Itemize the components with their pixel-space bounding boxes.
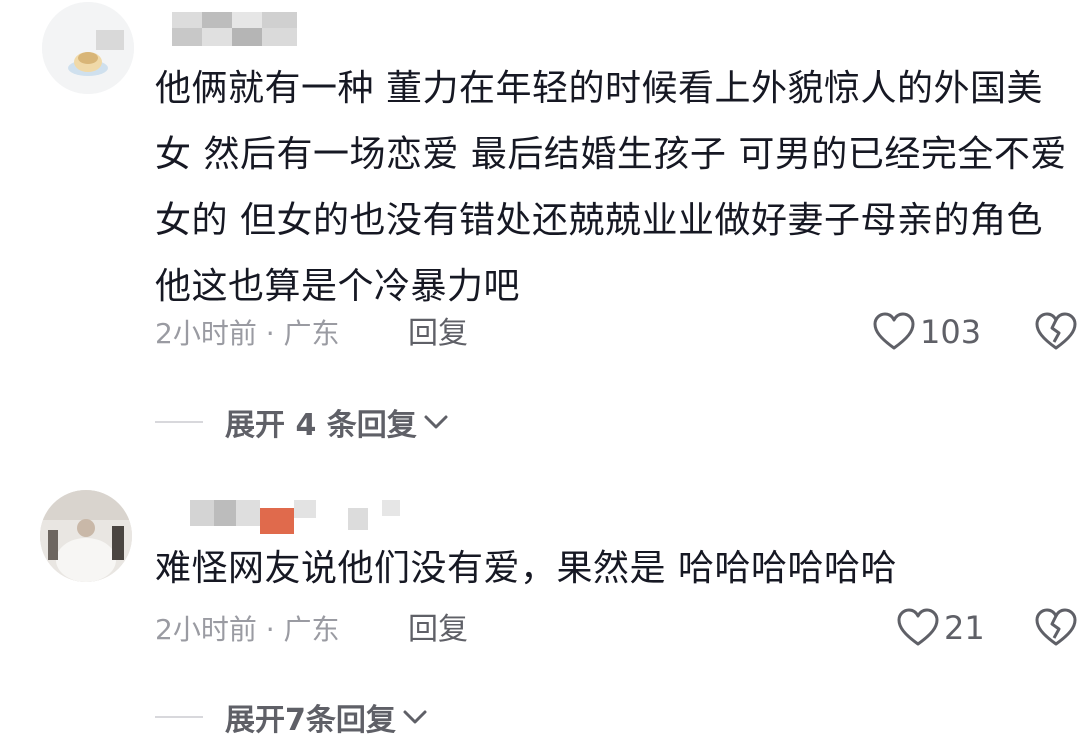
comment-meta: 2小时前 · 广东 bbox=[155, 314, 340, 354]
heart-outline-icon bbox=[873, 312, 915, 350]
expand-replies-label: 展开7条回复 bbox=[225, 703, 396, 738]
reply-button[interactable]: 回复 bbox=[408, 610, 468, 650]
dislike-button[interactable] bbox=[1034, 608, 1078, 652]
comment-text: 难怪网友说他们没有爱，果然是 哈哈哈哈哈哈 bbox=[155, 548, 897, 589]
username-mosaic[interactable] bbox=[172, 12, 297, 46]
chevron-down-icon bbox=[403, 710, 427, 724]
chevron-down-icon bbox=[424, 415, 448, 429]
like-count: 21 bbox=[944, 609, 985, 647]
username-mosaic[interactable] bbox=[190, 500, 400, 534]
username-mosaic-extra bbox=[96, 30, 124, 50]
avatar[interactable] bbox=[40, 490, 132, 582]
like-button[interactable]: 21 bbox=[896, 608, 985, 648]
heart-outline-icon bbox=[897, 608, 939, 646]
comment-meta: 2小时前 · 广东 bbox=[155, 610, 340, 650]
divider bbox=[155, 716, 203, 718]
expand-replies[interactable]: 展开 4 条回复 bbox=[155, 400, 449, 444]
like-button[interactable]: 103 bbox=[872, 312, 981, 352]
comment-text: 他俩就有一种 董力在年轻的时候看上外貌惊人的外国美女 然后有一场恋爱 最后结婚生… bbox=[155, 68, 1067, 307]
comment-time-location: 2小时前 · 广东 bbox=[155, 317, 340, 350]
comment-time-location: 2小时前 · 广东 bbox=[155, 613, 340, 646]
expand-replies-label: 展开 4 条回复 bbox=[225, 408, 417, 443]
like-count: 103 bbox=[920, 313, 982, 351]
expand-replies[interactable]: 展开7条回复 bbox=[155, 695, 428, 739]
avatar-image bbox=[40, 490, 132, 582]
divider bbox=[155, 421, 203, 423]
broken-heart-icon bbox=[1035, 608, 1077, 646]
dislike-button[interactable] bbox=[1034, 312, 1078, 356]
reply-button[interactable]: 回复 bbox=[408, 314, 468, 354]
broken-heart-icon bbox=[1035, 312, 1077, 350]
